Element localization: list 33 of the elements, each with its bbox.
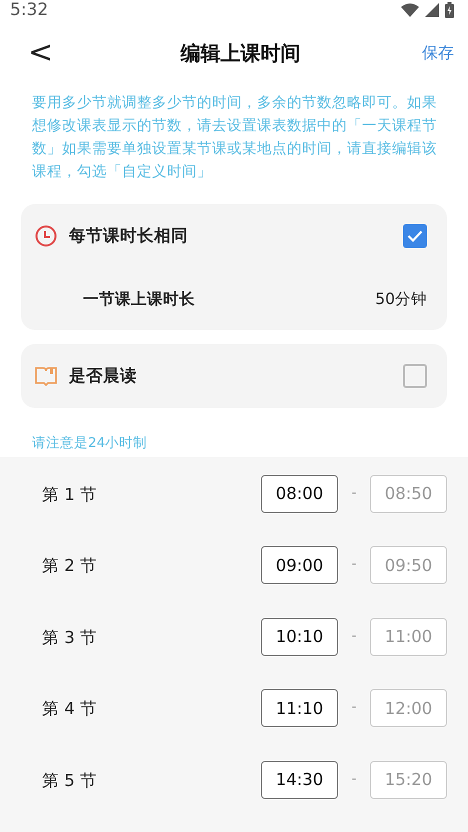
check-icon: [407, 230, 423, 242]
wifi-icon: [401, 3, 419, 17]
start-time-field[interactable]: 14:30: [261, 760, 338, 798]
separator-text: -: [350, 484, 358, 500]
page-title: 编辑上课时间: [180, 40, 301, 67]
status-time: 5:32: [10, 0, 48, 20]
start-time-field[interactable]: 10:10: [261, 618, 338, 656]
separator-text: -: [350, 770, 358, 786]
book-icon: [35, 366, 57, 386]
setting-label: 每节课时长相同: [69, 225, 189, 248]
checkbox[interactable]: [403, 224, 427, 248]
clock-icon: [35, 225, 57, 248]
signal-icon: [425, 3, 439, 17]
intro-text: 要用多少节就调整多少节的时间，多余的节数忽略即可。如果想修改课表显示的节数，请去设置课表数据中的「一天课程节数」如果需要单独设置某节课或某地点的时间，请直接编辑该课程，勾选「自定义时间」: [31, 94, 438, 182]
start-time-field[interactable]: 11:10: [261, 689, 338, 727]
period-label: 第 5 节: [42, 770, 98, 792]
separator-text: -: [350, 628, 358, 644]
setting-label: 是否晨读: [69, 365, 138, 388]
start-time-field[interactable]: 08:00: [261, 474, 338, 512]
back-button[interactable]: <: [22, 38, 60, 68]
note-text: 请注意是24小时制: [32, 434, 148, 452]
separator-text: -: [350, 556, 358, 572]
battery-icon: [445, 2, 454, 18]
period-label: 第 3 节: [42, 626, 98, 648]
duration-value[interactable]: 50分钟: [375, 288, 427, 310]
separator-text: -: [350, 699, 358, 715]
save-button[interactable]: 保存: [422, 42, 454, 64]
checkbox[interactable]: [403, 364, 427, 388]
setting-label: 一节课上课时长: [83, 288, 196, 310]
period-label: 第 4 节: [42, 698, 98, 720]
start-time-field[interactable]: 09:00: [261, 546, 338, 584]
period-label: 第 1 节: [42, 484, 98, 506]
period-label: 第 2 节: [42, 555, 98, 577]
